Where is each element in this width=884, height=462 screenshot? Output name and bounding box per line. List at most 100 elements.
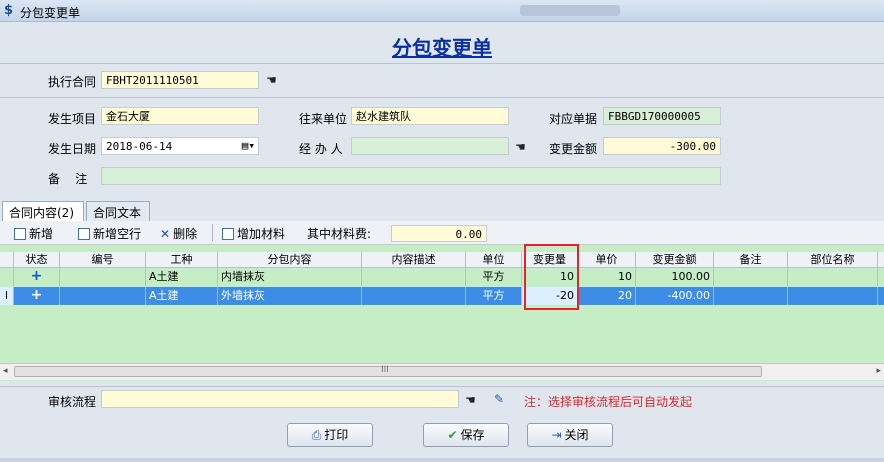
col-amount[interactable]: 变更金额 <box>636 252 714 268</box>
project-field[interactable]: 金石大厦 <box>101 107 259 125</box>
col-unit[interactable]: 单位 <box>466 252 522 268</box>
cell-unit[interactable]: 平方 <box>466 268 522 286</box>
print-button[interactable]: ⎙ 打印 <box>287 423 373 447</box>
col-content[interactable]: 分包内容 <box>218 252 362 268</box>
project-label: 发生项目 <box>48 112 97 126</box>
material-fee-field: 0.00 <box>391 225 487 242</box>
partner-field[interactable]: 赵水建筑队 <box>351 107 509 125</box>
document-icon <box>78 228 90 240</box>
delete-label: 删除 <box>173 227 198 241</box>
cell-part[interactable] <box>788 268 878 286</box>
add-label: 新增 <box>29 227 54 241</box>
col-code[interactable]: 编号 <box>60 252 146 268</box>
table-row-selected[interactable]: I + A土建 外墙抹灰 平方 -20 20 -400.00 <box>0 287 884 305</box>
amount-field: -300.00 <box>603 137 721 155</box>
workflow-note: 注：选择审核流程后可自动发起 <box>524 395 693 409</box>
col-desc[interactable]: 内容描述 <box>362 252 466 268</box>
doc-field: FBBGD170000005 <box>603 107 721 125</box>
handler-field[interactable] <box>351 137 509 155</box>
row-indicator <box>0 268 14 286</box>
document-icon <box>14 228 26 240</box>
date-value: 2018-06-14 <box>106 140 173 153</box>
add-button[interactable]: 新增 <box>14 225 53 242</box>
tab-contract-text[interactable]: 合同文本 <box>86 201 150 221</box>
scroll-right-icon[interactable]: ▸ <box>876 366 881 376</box>
edit-pen-icon[interactable]: ✎ <box>494 392 512 406</box>
save-label: 保存 <box>460 428 485 442</box>
print-label: 打印 <box>324 428 349 442</box>
window-title: 分包变更单 <box>20 6 81 20</box>
add-material-button[interactable]: 增加材料 <box>222 225 285 242</box>
cell-price[interactable]: 20 <box>578 287 636 305</box>
col-type[interactable]: 工种 <box>146 252 218 268</box>
close-label: 关闭 <box>564 428 589 442</box>
table-row[interactable]: + A土建 内墙抹灰 平方 10 10 100.00 <box>0 268 884 286</box>
cell-type[interactable]: A土建 <box>146 287 218 305</box>
add-blank-row-button[interactable]: 新增空行 <box>78 225 141 242</box>
cell-note[interactable] <box>714 287 788 305</box>
remark-field[interactable] <box>101 167 721 185</box>
status-plus-icon: + <box>14 287 60 305</box>
cell-amount: 100.00 <box>636 268 714 286</box>
remark-label: 备 注 <box>48 172 88 186</box>
handler-label: 经 办 人 <box>299 142 343 156</box>
window-titlebar: $ 分包变更单 <box>0 0 884 22</box>
exit-door-icon: ⇥ <box>551 428 562 442</box>
cell-part[interactable] <box>788 287 878 305</box>
toolbar-divider <box>212 224 213 241</box>
contract-field[interactable]: FBHT2011110501 <box>101 71 259 89</box>
table-header: 状态 编号 工种 分包内容 内容描述 单位 变更量 单价 变更金额 备注 部位名… <box>0 252 884 268</box>
contract-label: 执行合同 <box>48 75 97 89</box>
tab-contract-content[interactable]: 合同内容(2) <box>2 201 84 222</box>
calendar-dropdown-icon[interactable]: ▤▾ <box>242 138 255 153</box>
add-material-label: 增加材料 <box>237 227 286 241</box>
workflow-label: 审核流程 <box>48 395 97 409</box>
date-label: 发生日期 <box>48 142 97 156</box>
workflow-field[interactable] <box>101 390 459 408</box>
row-indicator: I <box>0 287 14 305</box>
grid-toolbar: 新增 新增空行 ✕ 删除 增加材料 其中材料费: 0.00 <box>0 221 884 245</box>
cell-note[interactable] <box>714 268 788 286</box>
cell-unit[interactable]: 平方 <box>466 287 522 305</box>
cell-type[interactable]: A土建 <box>146 268 218 286</box>
scroll-left-icon[interactable]: ◂ <box>3 366 8 376</box>
close-button[interactable]: ⇥ 关闭 <box>527 423 613 447</box>
cell-code[interactable] <box>60 268 146 286</box>
amount-label: 变更金额 <box>549 142 598 156</box>
app-icon: $ <box>4 3 14 18</box>
add-blank-label: 新增空行 <box>93 227 142 241</box>
document-icon <box>222 228 234 240</box>
col-price[interactable]: 单价 <box>578 252 636 268</box>
delete-button[interactable]: ✕ 删除 <box>160 225 197 242</box>
cell-content[interactable]: 外墙抹灰 <box>218 287 362 305</box>
material-fee-label: 其中材料费: <box>307 227 372 241</box>
col-status[interactable]: 状态 <box>14 252 60 268</box>
row-indicator-header <box>0 252 14 268</box>
pointer-hand-icon[interactable]: ☚ <box>515 140 533 154</box>
status-plus-icon: + <box>14 268 60 286</box>
form-title: 分包变更单 <box>392 36 492 60</box>
pointer-hand-icon[interactable]: ☚ <box>266 73 284 87</box>
delete-x-icon: ✕ <box>160 227 171 241</box>
col-note[interactable]: 备注 <box>714 252 788 268</box>
blurred-title-area <box>520 5 620 16</box>
divider <box>0 97 884 98</box>
scroll-thumb[interactable]: III <box>14 365 762 377</box>
col-part[interactable]: 部位名称 <box>788 252 878 268</box>
date-field[interactable]: 2018-06-14 ▤▾ <box>101 137 259 155</box>
partner-label: 往来单位 <box>299 112 348 126</box>
pointer-hand-icon[interactable]: ☚ <box>465 393 483 407</box>
cell-desc[interactable] <box>362 287 466 305</box>
printer-icon: ⎙ <box>311 428 322 442</box>
window-bottom-border <box>0 458 884 462</box>
cell-code[interactable] <box>60 287 146 305</box>
cell-desc[interactable] <box>362 268 466 286</box>
highlight-box <box>524 244 579 310</box>
save-button[interactable]: ✔ 保存 <box>423 423 509 447</box>
cell-content[interactable]: 内墙抹灰 <box>218 268 362 286</box>
check-icon: ✔ <box>447 428 458 442</box>
cell-amount: -400.00 <box>636 287 714 305</box>
scroll-grip: III <box>381 365 389 375</box>
doc-label: 对应单据 <box>549 112 598 126</box>
cell-price[interactable]: 10 <box>578 268 636 286</box>
